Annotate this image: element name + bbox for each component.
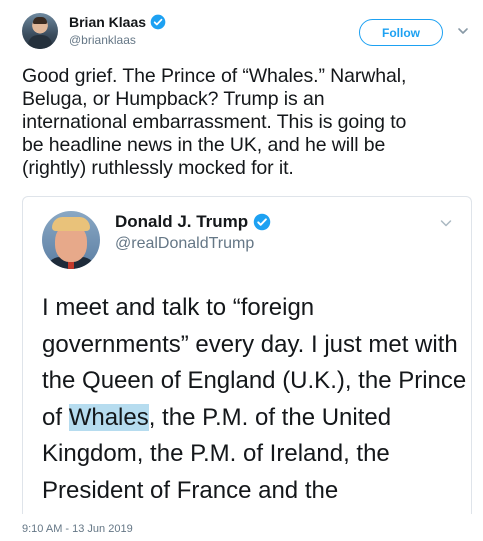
author-handle[interactable]: @brianklaas	[69, 33, 136, 47]
author-name-row[interactable]: Brian Klaas	[69, 13, 166, 31]
verified-badge-icon	[253, 213, 271, 231]
embedded-tweet-card[interactable]: Donald J. Trump @realDonaldTrump I meet …	[22, 196, 472, 514]
embedded-author-name[interactable]: Donald J. Trump	[115, 212, 248, 232]
avatar-hair	[33, 17, 47, 24]
follow-button[interactable]: Follow	[359, 19, 443, 46]
verified-badge-icon	[150, 14, 166, 30]
embedded-tweet-text: I meet and talk to “foreign governments”…	[42, 290, 467, 509]
embedded-author-name-row[interactable]: Donald J. Trump	[115, 211, 271, 233]
embedded-author-avatar[interactable]	[42, 211, 100, 269]
tweet-timestamp[interactable]: 9:10 AM - 13 Jun 2019	[22, 523, 133, 535]
tweet-header: Brian Klaas @brianklaas Follow	[0, 0, 483, 60]
tweet-text: Good grief. The Prince of “Whales.” Narw…	[22, 65, 407, 179]
avatar-hair	[52, 217, 90, 231]
avatar-suit	[28, 35, 52, 49]
highlighted-word: Whales	[68, 403, 149, 431]
author-avatar[interactable]	[22, 13, 58, 49]
author-name[interactable]: Brian Klaas	[69, 14, 146, 30]
chevron-down-icon[interactable]	[439, 216, 453, 230]
embedded-author-handle[interactable]: @realDonaldTrump	[115, 235, 254, 253]
chevron-down-icon[interactable]	[457, 25, 469, 37]
